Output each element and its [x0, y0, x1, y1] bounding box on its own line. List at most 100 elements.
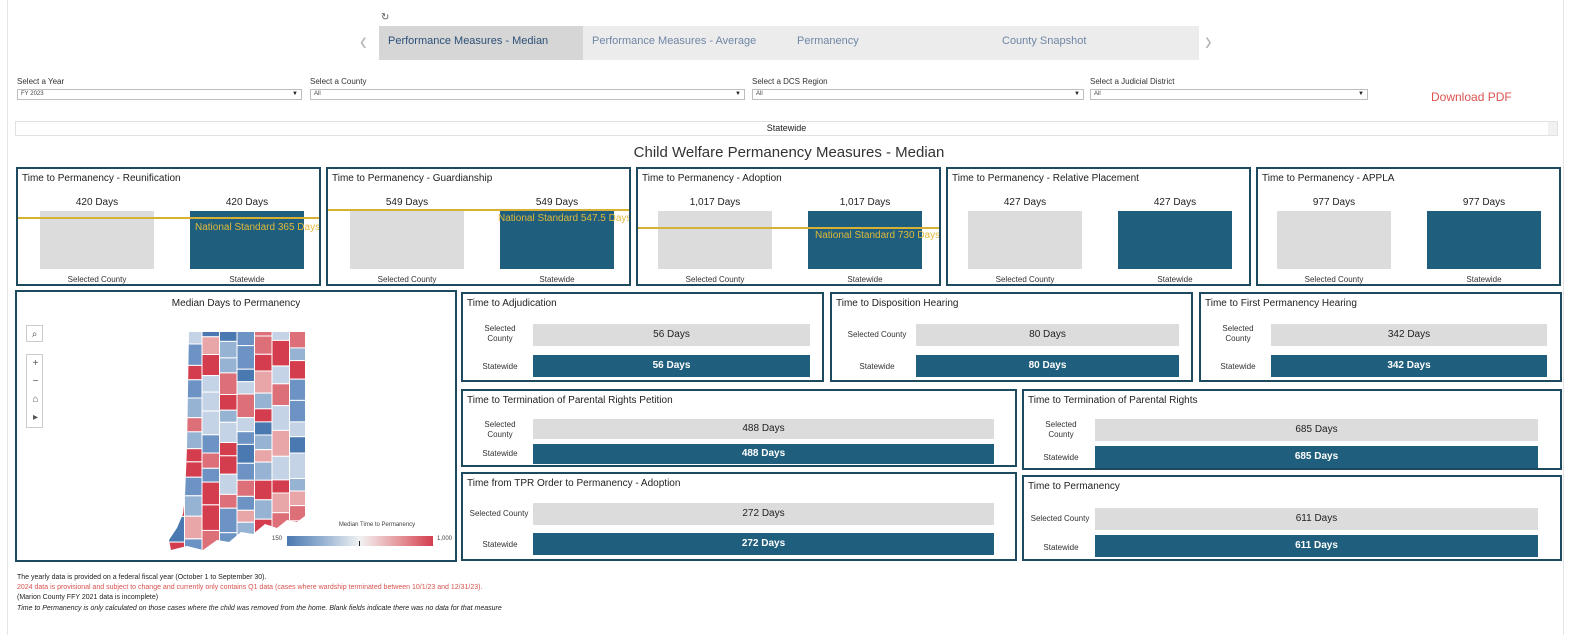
county-shape[interactable]	[167, 484, 185, 505]
county-shape[interactable]	[271, 365, 290, 385]
county-shape[interactable]	[184, 431, 203, 450]
county-bar[interactable]: 488 Days	[533, 419, 994, 439]
county-shape[interactable]	[167, 328, 185, 344]
county-shape[interactable]	[236, 431, 255, 445]
county-shape[interactable]	[254, 421, 273, 436]
state-bar[interactable]: 342 Days	[1271, 355, 1547, 377]
refresh-icon[interactable]: ↻	[381, 12, 389, 23]
home-icon[interactable]: ⌂	[27, 391, 44, 408]
state-bar[interactable]: 488 Days	[533, 444, 994, 464]
county-shape[interactable]	[167, 441, 185, 457]
county-shape[interactable]	[236, 479, 255, 497]
tab-permanency[interactable]: Permanency	[788, 26, 993, 60]
banner-scrollbar[interactable]	[1548, 122, 1557, 135]
county-shape[interactable]	[236, 443, 255, 464]
county-shape[interactable]	[219, 328, 238, 342]
county-bar[interactable]	[350, 211, 464, 269]
county-shape[interactable]	[289, 490, 308, 507]
county-shape[interactable]	[254, 335, 273, 355]
state-bar[interactable]: 611 Days	[1095, 535, 1538, 557]
county-shape[interactable]	[201, 410, 220, 436]
county-shape[interactable]	[219, 372, 238, 396]
county-shape[interactable]	[289, 436, 308, 454]
county-shape[interactable]	[271, 383, 290, 407]
county-bar[interactable]: 272 Days	[533, 503, 994, 525]
zoom-in-icon[interactable]: +	[27, 355, 44, 372]
tab-performance-median[interactable]: Performance Measures - Median	[379, 26, 583, 60]
county-shape[interactable]	[289, 399, 308, 423]
county-shape[interactable]	[289, 347, 308, 362]
county-shape[interactable]	[271, 455, 290, 481]
county-shape[interactable]	[184, 364, 203, 381]
county-bar[interactable]	[658, 211, 772, 269]
county-shape[interactable]	[184, 495, 203, 517]
county-shape[interactable]	[167, 470, 185, 486]
county-shape[interactable]	[167, 516, 185, 543]
county-shape[interactable]	[219, 455, 238, 475]
county-shape[interactable]	[254, 353, 273, 372]
county-select[interactable]: All ▼	[310, 89, 745, 100]
download-pdf-link[interactable]: Download PDF	[1431, 90, 1512, 104]
county-shape[interactable]	[271, 328, 290, 341]
state-bar[interactable]: 272 Days	[533, 533, 994, 555]
county-shape[interactable]	[254, 408, 273, 423]
county-shape[interactable]	[254, 532, 273, 552]
county-shape[interactable]	[254, 370, 273, 394]
county-shape[interactable]	[167, 357, 185, 378]
zoom-out-icon[interactable]: −	[27, 373, 44, 390]
county-shape[interactable]	[289, 505, 308, 522]
state-bar[interactable]: 685 Days	[1095, 446, 1538, 468]
county-shape[interactable]	[201, 434, 220, 454]
county-shape[interactable]	[236, 345, 255, 370]
county-shape[interactable]	[236, 521, 255, 537]
county-bar[interactable]: 56 Days	[533, 324, 810, 346]
county-shape[interactable]	[219, 493, 238, 509]
year-select[interactable]: FY 2023 ▼	[17, 89, 302, 100]
county-shape[interactable]	[219, 394, 238, 411]
county-shape[interactable]	[289, 328, 308, 349]
county-bar[interactable]	[1277, 211, 1391, 269]
county-shape[interactable]	[201, 504, 220, 531]
county-shape[interactable]	[219, 544, 238, 552]
county-shape[interactable]	[201, 375, 220, 393]
county-shape[interactable]	[236, 381, 255, 395]
county-shape[interactable]	[236, 462, 255, 481]
state-bar[interactable]	[190, 211, 304, 269]
county-shape[interactable]	[254, 499, 273, 520]
county-shape[interactable]	[236, 495, 255, 511]
county-shape[interactable]	[271, 492, 290, 514]
county-shape[interactable]	[271, 512, 290, 531]
tab-performance-average[interactable]: Performance Measures - Average	[583, 26, 788, 60]
state-bar[interactable]: 56 Days	[533, 355, 810, 377]
county-shape[interactable]	[201, 354, 220, 377]
county-shape[interactable]	[254, 449, 273, 463]
county-shape[interactable]	[184, 476, 203, 497]
state-bar[interactable]: 80 Days	[916, 355, 1179, 377]
state-bar[interactable]	[1427, 211, 1541, 269]
county-bar[interactable]: 685 Days	[1095, 419, 1538, 441]
county-shape[interactable]	[184, 538, 203, 552]
county-shape[interactable]	[201, 529, 220, 552]
county-shape[interactable]	[219, 442, 238, 457]
county-shape[interactable]	[184, 515, 203, 540]
county-shape[interactable]	[236, 417, 255, 433]
region-select[interactable]: All ▼	[752, 89, 1084, 100]
county-bar[interactable]	[40, 211, 154, 269]
county-bar[interactable]: 611 Days	[1095, 508, 1538, 530]
county-shape[interactable]	[254, 479, 273, 501]
district-select[interactable]: All ▼	[1090, 89, 1368, 100]
county-shape[interactable]	[254, 328, 273, 337]
county-shape[interactable]	[201, 391, 220, 412]
county-shape[interactable]	[219, 340, 238, 359]
county-shape[interactable]	[236, 328, 255, 347]
county-shape[interactable]	[184, 328, 203, 345]
play-icon[interactable]: ▸	[27, 409, 44, 426]
tab-next-arrow-icon[interactable]: ›	[1205, 28, 1212, 55]
county-shape[interactable]	[271, 405, 290, 431]
county-shape[interactable]	[167, 541, 185, 552]
county-shape[interactable]	[289, 360, 308, 380]
county-shape[interactable]	[167, 342, 185, 359]
county-shape[interactable]	[289, 452, 308, 479]
county-bar[interactable]: 342 Days	[1271, 324, 1547, 346]
county-bar[interactable]	[968, 211, 1082, 269]
